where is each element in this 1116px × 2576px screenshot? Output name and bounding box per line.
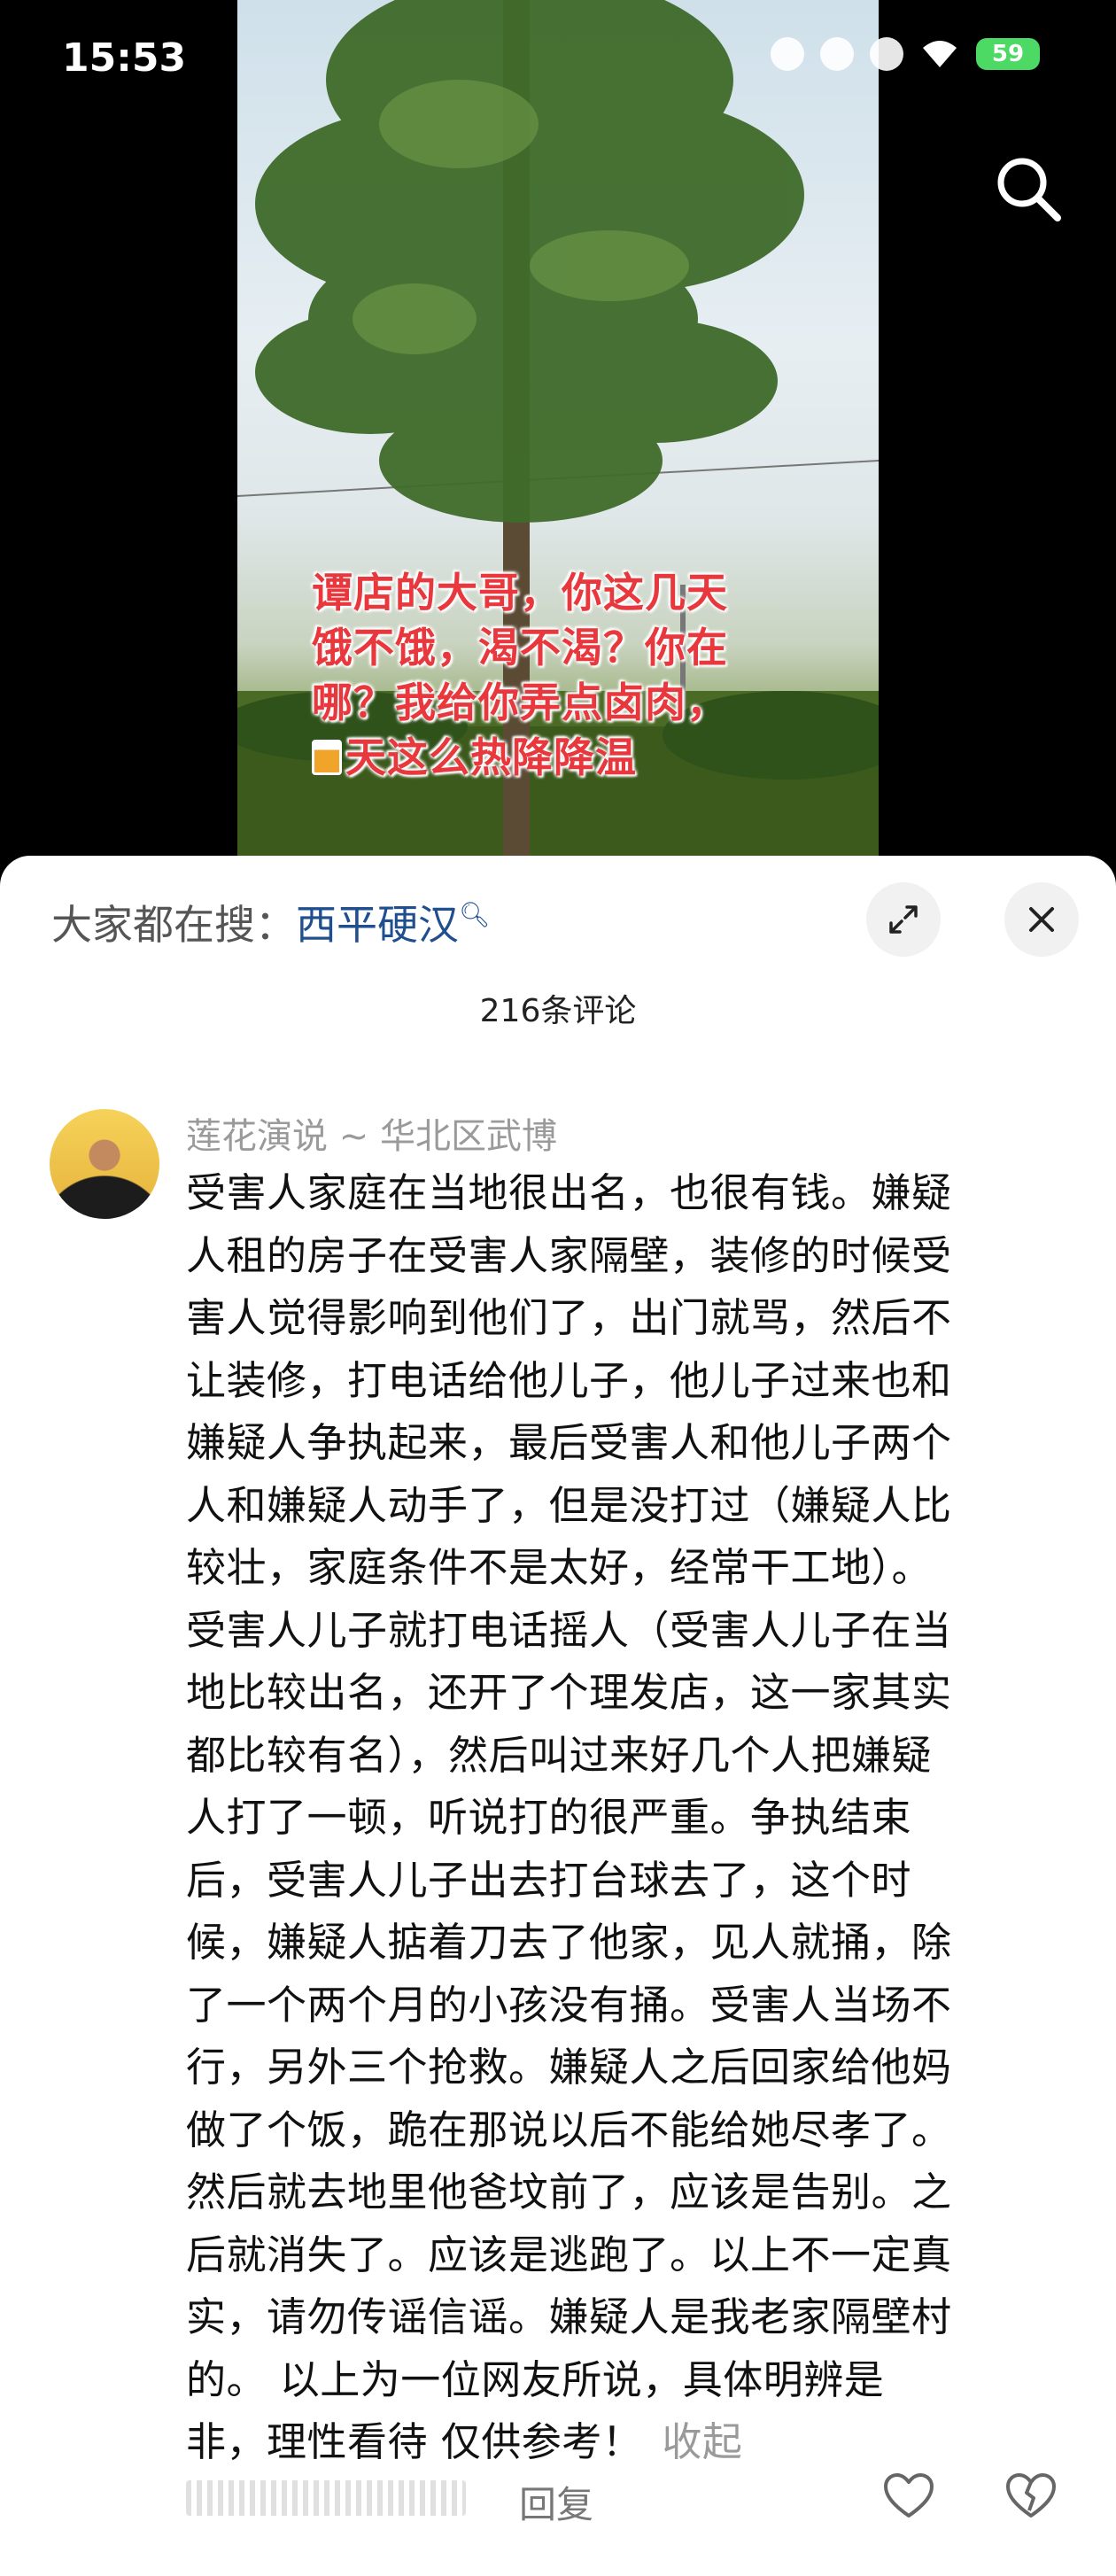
comment-line: 然后就去地里他爸坟前了，应该是告别。之 [186, 2169, 952, 2215]
comment-line: 实，请勿传谣信谣。嫌疑人是我老家隔壁村 [186, 2293, 952, 2340]
expand-icon [889, 905, 918, 934]
collapse-link[interactable]: 收起 [662, 2418, 742, 2465]
dislike-broken-heart-icon[interactable] [1004, 2471, 1058, 2521]
comment-line: 人租的房子在受害人家隔壁，装修的时候受 [186, 1231, 952, 1279]
wifi-icon [923, 41, 957, 67]
caption-line-with-emoji: 天这么热降降温 [312, 730, 808, 785]
video-caption: 谭店的大哥，你这几天 饿不饿，渴不渴？你在 哪？我给你弄点卤肉， 天这么热降降温 [312, 565, 808, 785]
alarm-icon [771, 37, 804, 71]
caption-line: 饿不饿，渴不渴？你在 [312, 624, 728, 671]
comment-line: 的。 以上为一位网友所说，具体明辨是 [186, 2355, 885, 2403]
caption-line: 谭店的大哥，你这几天 [312, 569, 728, 617]
comment-line: 地比较出名，还开了个理发店，这一家其实 [186, 1669, 952, 1716]
close-icon [1029, 907, 1054, 932]
close-button[interactable] [1004, 882, 1079, 957]
trending-prefix: 大家都在搜： [51, 901, 296, 949]
comment-line: 人和嫌疑人动手了，但是没打过（嫌疑人比 [186, 1481, 952, 1529]
comment-line: 后就消失了。应该是逃跑了。以上不一定真 [186, 2231, 952, 2278]
status-time: 15:53 [62, 35, 187, 81]
comment-line: 候，嫌疑人掂着刀去了他家，见人就捅，除 [186, 1919, 952, 1966]
comment-author[interactable]: 莲花演说 ~ 华北区武博 [186, 1107, 557, 1159]
comment-line: 人打了一顿，听说打的很严重。争执结束 [186, 1794, 912, 1841]
comment-count: 216条评论 [479, 993, 637, 1029]
comment-meta-blurred [186, 2480, 466, 2516]
status-icons: 59 [771, 37, 1040, 71]
search-small-icon: 🔍︎ [459, 900, 491, 929]
like-heart-icon[interactable] [882, 2471, 935, 2521]
comment-line: 嫌疑人争执起来，最后受害人和他儿子两个 [186, 1419, 952, 1466]
beer-mug-icon [312, 740, 342, 775]
expand-button[interactable] [866, 882, 941, 957]
comment-line: 受害人家庭在当地很出名，也很有钱。嫌疑 [186, 1169, 952, 1216]
comment-line-last: 非，理性看待 仅供参考！ 收起 [186, 2411, 1072, 2474]
comment-line: 了一个两个月的小孩没有捅。受害人当场不 [186, 1981, 952, 2029]
trending-keyword[interactable]: 西平硬汉 [296, 901, 459, 949]
comment-line: 非，理性看待 仅供参考！ [186, 2418, 643, 2465]
comment-body: 受害人家庭在当地很出名，也很有钱。嫌疑 人租的房子在受害人家隔壁，装修的时候受 … [186, 1162, 1072, 2474]
caption-line: 天这么热降降温 [345, 733, 637, 781]
comment-line: 行，另外三个抢救。嫌疑人之后回家给他妈 [186, 2044, 952, 2091]
mute-icon [870, 37, 903, 71]
comment-line: 让装修，打电话给他儿子，他儿子过来也和 [186, 1356, 952, 1404]
avatar[interactable] [50, 1109, 159, 1219]
search-icon[interactable] [990, 151, 1066, 227]
battery-indicator: 59 [976, 38, 1040, 70]
comment-line: 后，受害人儿子出去打台球去了，这个时 [186, 1856, 912, 1904]
reply-button[interactable]: 回复 [519, 2475, 593, 2529]
comment-line: 害人觉得影响到他们了，出门就骂，然后不 [186, 1294, 952, 1341]
comment-line: 受害人儿子就打电话摇人（受害人儿子在当 [186, 1606, 952, 1654]
comment-line: 做了个饭，跪在那说以后不能给她尽孝了。 [186, 2106, 952, 2153]
caption-line: 哪？我给你弄点卤肉， [312, 679, 728, 726]
video-player[interactable]: 谭店的大哥，你这几天 饿不饿，渴不渴？你在 哪？我给你弄点卤肉， 天这么热降降温… [0, 0, 1116, 877]
location-icon [820, 37, 854, 71]
comment-line: 较壮，家庭条件不是太好，经常干工地）。 [186, 1544, 933, 1591]
comment-line: 都比较有名），然后叫过来好几个人把嫌疑 [186, 1731, 933, 1779]
trending-search[interactable]: 大家都在搜：西平硬汉🔍︎ [51, 893, 491, 951]
